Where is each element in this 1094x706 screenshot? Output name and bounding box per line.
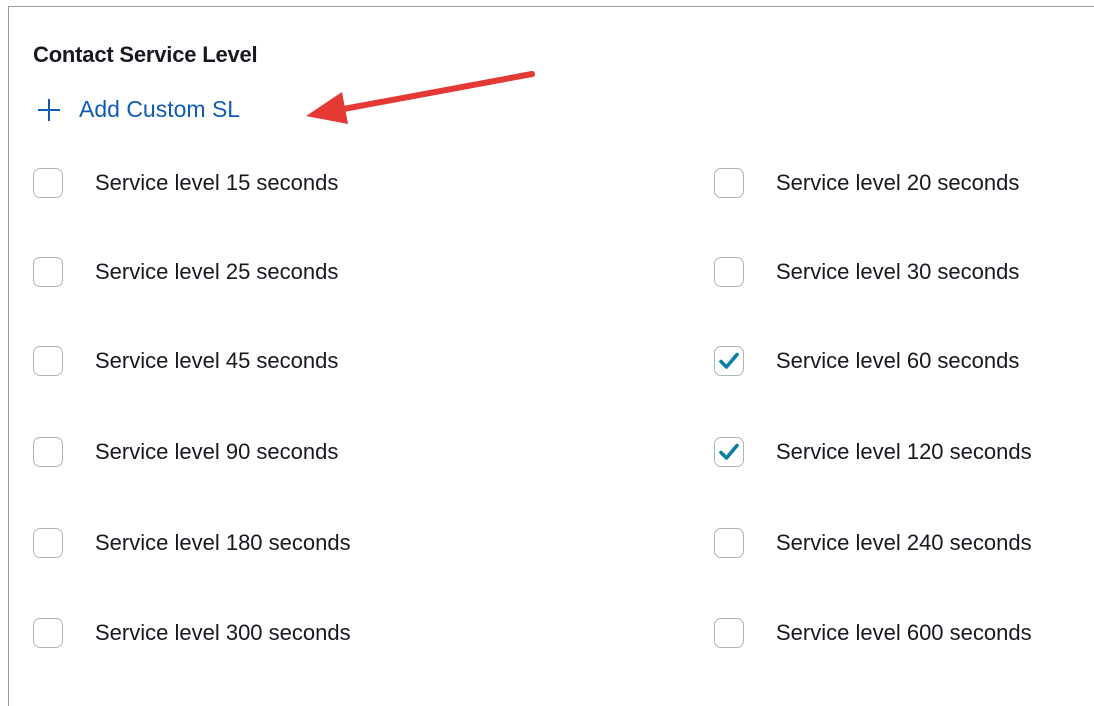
option-sl-15[interactable]: Service level 15 seconds xyxy=(33,168,338,198)
checkbox[interactable] xyxy=(33,257,63,287)
annotation-arrow-icon xyxy=(306,71,535,124)
checkbox[interactable] xyxy=(33,528,63,558)
option-label: Service level 45 seconds xyxy=(95,348,339,373)
checkbox[interactable] xyxy=(714,618,744,648)
option-sl-300[interactable]: Service level 300 seconds xyxy=(33,618,351,648)
option-label: Service level 90 seconds xyxy=(95,439,339,464)
option-label: Service level 180 seconds xyxy=(95,530,351,555)
option-sl-25[interactable]: Service level 25 seconds xyxy=(33,257,338,287)
add-custom-sl-label: Add Custom SL xyxy=(79,96,241,122)
plus-icon xyxy=(38,98,60,121)
checkmark-icon xyxy=(719,352,739,369)
option-sl-45[interactable]: Service level 45 seconds xyxy=(33,346,338,376)
checkbox[interactable] xyxy=(714,437,744,467)
option-sl-120[interactable]: Service level 120 seconds xyxy=(714,437,1032,467)
option-sl-20[interactable]: Service level 20 seconds xyxy=(714,168,1019,198)
checkmark-icon xyxy=(719,443,739,460)
section-title: Contact Service Level xyxy=(33,42,258,67)
option-label: Service level 600 seconds xyxy=(776,620,1032,645)
option-label: Service level 60 seconds xyxy=(776,348,1020,373)
option-label: Service level 300 seconds xyxy=(95,620,351,645)
checkbox[interactable] xyxy=(33,346,63,376)
checkbox[interactable] xyxy=(714,257,744,287)
checkbox[interactable] xyxy=(33,618,63,648)
option-sl-600[interactable]: Service level 600 seconds xyxy=(714,618,1032,648)
option-sl-180[interactable]: Service level 180 seconds xyxy=(33,528,351,558)
checkbox[interactable] xyxy=(33,437,63,467)
add-custom-sl-link[interactable]: Add Custom SL xyxy=(38,96,240,123)
option-label: Service level 240 seconds xyxy=(776,530,1032,555)
checkbox[interactable] xyxy=(714,528,744,558)
checkbox[interactable] xyxy=(714,168,744,198)
option-sl-240[interactable]: Service level 240 seconds xyxy=(714,528,1032,558)
option-label: Service level 30 seconds xyxy=(776,259,1020,284)
option-sl-90[interactable]: Service level 90 seconds xyxy=(33,437,338,467)
option-label: Service level 120 seconds xyxy=(776,439,1032,464)
option-sl-60[interactable]: Service level 60 seconds xyxy=(714,346,1019,376)
checkbox[interactable] xyxy=(714,346,744,376)
option-label: Service level 15 seconds xyxy=(95,170,339,195)
option-label: Service level 20 seconds xyxy=(776,170,1020,195)
option-sl-30[interactable]: Service level 30 seconds xyxy=(714,257,1019,287)
option-label: Service level 25 seconds xyxy=(95,259,339,284)
checkbox[interactable] xyxy=(33,168,63,198)
